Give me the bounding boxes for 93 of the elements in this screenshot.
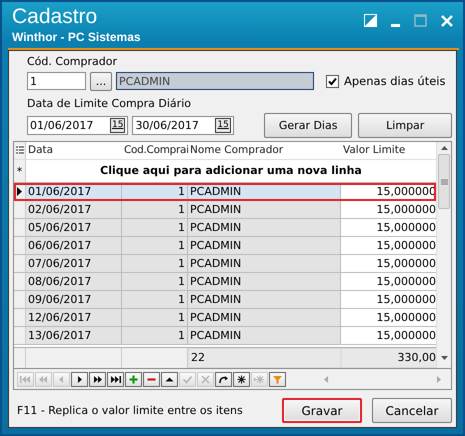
calendar-button[interactable]: 15 bbox=[215, 118, 231, 132]
table-cell: 06/06/2017 bbox=[26, 237, 122, 254]
table-cell: 1 bbox=[122, 327, 188, 344]
column-header[interactable]: Nome Comprador bbox=[188, 142, 341, 159]
double-right-icon bbox=[92, 374, 103, 384]
name-field[interactable]: PCADMIN bbox=[116, 72, 314, 90]
footer-total: 330,00 bbox=[341, 348, 436, 368]
curved-arrow-icon bbox=[218, 374, 229, 384]
table-cell: 1 bbox=[122, 255, 188, 272]
table-cell: PCADMIN bbox=[188, 255, 341, 272]
date-field[interactable]: 01/06/2017 15 bbox=[27, 116, 128, 134]
checkbox[interactable] bbox=[326, 74, 339, 88]
table-cell: 1 bbox=[122, 273, 188, 290]
table-cell: PCADMIN bbox=[188, 291, 341, 308]
delete-button[interactable] bbox=[143, 372, 160, 386]
refresh-button[interactable] bbox=[215, 372, 232, 386]
table-cell: 08/06/2017 bbox=[26, 273, 122, 290]
table-cell: PCADMIN bbox=[188, 201, 341, 218]
window-subtitle: Winthor - PC Sistemas bbox=[12, 30, 141, 44]
action-button[interactable]: Gerar Dias bbox=[264, 112, 352, 138]
next-button[interactable] bbox=[71, 372, 88, 386]
table-cell: 1 bbox=[122, 291, 188, 308]
table-row[interactable]: 01/06/2017 1 PCADMIN 15,000000 bbox=[14, 183, 436, 201]
plus-icon bbox=[128, 374, 139, 384]
table-cell: PCADMIN bbox=[188, 273, 341, 290]
table-cell: PCADMIN bbox=[188, 237, 341, 254]
table-cell: 13/06/2017 bbox=[26, 327, 122, 344]
new-row-marker: * bbox=[14, 160, 26, 182]
table-cell: 09/06/2017 bbox=[26, 291, 122, 308]
edit-button[interactable] bbox=[161, 372, 178, 386]
calendar-button[interactable]: 15 bbox=[110, 118, 126, 132]
table-cell: 01/06/2017 bbox=[26, 183, 122, 200]
table-cell: 1 bbox=[122, 219, 188, 236]
table-cell: PCADMIN bbox=[188, 183, 341, 200]
double-left-icon bbox=[38, 374, 49, 384]
next-page-button[interactable] bbox=[89, 372, 106, 386]
table-row[interactable]: 02/06/2017 1 PCADMIN 15,000000 bbox=[14, 201, 436, 219]
scroll-up-icon[interactable] bbox=[440, 146, 448, 150]
skip-back-icon bbox=[20, 374, 31, 384]
table-cell: 1 bbox=[122, 201, 188, 218]
hint-text: F11 - Replica o valor limite entre os itens bbox=[17, 404, 244, 417]
table-cell: 12/06/2017 bbox=[26, 309, 122, 326]
table-row[interactable]: 05/06/2017 1 PCADMIN 15,000000 bbox=[14, 219, 436, 237]
table-row[interactable]: 12/06/2017 1 PCADMIN 15,000000 bbox=[14, 309, 436, 327]
code-field[interactable]: 1 bbox=[27, 72, 86, 90]
vertical-scrollbar[interactable] bbox=[436, 142, 451, 368]
filter-button[interactable] bbox=[269, 372, 286, 386]
columns-icon[interactable] bbox=[16, 146, 24, 155]
table-cell: PCADMIN bbox=[188, 327, 341, 344]
table-cell: PCADMIN bbox=[188, 309, 341, 326]
scroll-left-icon[interactable] bbox=[324, 376, 328, 382]
column-header[interactable]: Data bbox=[26, 142, 122, 159]
close-icon[interactable] bbox=[441, 14, 453, 26]
skip-forward-icon bbox=[110, 374, 121, 384]
restore-icon[interactable] bbox=[364, 14, 377, 27]
insert-button[interactable] bbox=[125, 372, 142, 386]
date-field[interactable]: 30/06/2017 15 bbox=[132, 116, 234, 134]
filter-icon bbox=[272, 374, 283, 384]
table-cell: 07/06/2017 bbox=[26, 255, 122, 272]
table-cell: 1 bbox=[122, 237, 188, 254]
table-cell: 1 bbox=[122, 309, 188, 326]
scroll-down-icon[interactable] bbox=[440, 356, 448, 360]
field-label: Cód. Comprador bbox=[27, 55, 118, 69]
window-title: Cadastro bbox=[12, 4, 98, 30]
check-icon bbox=[182, 374, 193, 384]
checkbox-label: Apenas dias úteis bbox=[344, 74, 446, 88]
table-cell: 02/06/2017 bbox=[26, 201, 122, 218]
table-cell: 05/06/2017 bbox=[26, 219, 122, 236]
column-header[interactable]: Cod.Comprai bbox=[122, 142, 188, 159]
table-row[interactable]: 07/06/2017 1 PCADMIN 15,000000 bbox=[14, 255, 436, 273]
grip-icon[interactable] bbox=[440, 178, 448, 184]
table-cell: 1 bbox=[122, 183, 188, 200]
table-cell: PCADMIN bbox=[188, 219, 341, 236]
lookup-button[interactable]: ... bbox=[90, 72, 112, 90]
last-button[interactable] bbox=[107, 372, 124, 386]
action-button[interactable]: Limpar bbox=[358, 112, 452, 138]
current-row-icon bbox=[17, 187, 22, 196]
column-header[interactable]: Valor Limite bbox=[341, 142, 436, 159]
table-row[interactable]: 13/06/2017 1 PCADMIN 15,000000 bbox=[14, 327, 436, 345]
up-triangle-icon bbox=[164, 374, 175, 384]
new-row-prompt[interactable]: Clique aqui para adicionar uma nova linha bbox=[26, 160, 436, 182]
table-row[interactable]: 06/06/2017 1 PCADMIN 15,000000 bbox=[14, 237, 436, 255]
action-button[interactable]: Gravar bbox=[282, 398, 362, 423]
bookmark-button[interactable] bbox=[233, 372, 250, 386]
action-button[interactable]: Cancelar bbox=[372, 398, 452, 423]
asterisk-icon bbox=[254, 374, 265, 384]
field-label: Data de Limite Compra Diário bbox=[27, 97, 192, 111]
footer-count: 22 bbox=[188, 348, 341, 368]
asterisk-icon bbox=[236, 374, 247, 384]
cross-icon bbox=[200, 374, 211, 384]
table-row[interactable]: 08/06/2017 1 PCADMIN 15,000000 bbox=[14, 273, 436, 291]
table-row[interactable]: 09/06/2017 1 PCADMIN 15,000000 bbox=[14, 291, 436, 309]
scroll-right-icon[interactable] bbox=[437, 376, 441, 382]
